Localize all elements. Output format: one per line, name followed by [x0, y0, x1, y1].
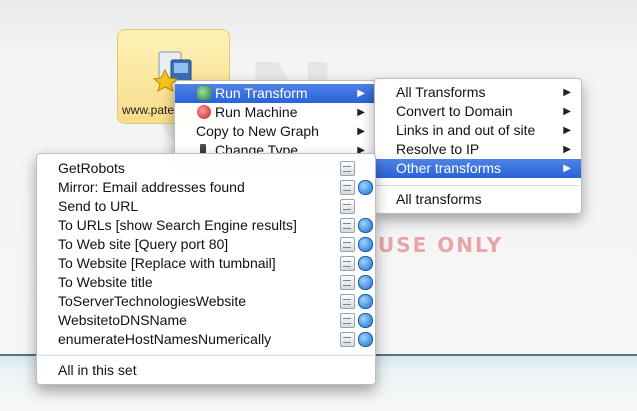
- menu-item-label: Mirror: Email addresses found: [58, 179, 245, 195]
- transform-icon: [340, 256, 355, 271]
- transform-item-mirror-email[interactable]: Mirror: Email addresses found: [37, 178, 375, 197]
- submenu-arrow-icon: ▶: [563, 144, 571, 155]
- submenu-arrow-icon: ▶: [563, 163, 571, 174]
- watermark-use-only: USE ONLY: [378, 233, 504, 257]
- transform-item-getrobots[interactable]: GetRobots: [37, 159, 375, 178]
- transform-item-send-to-url[interactable]: Send to URL: [37, 197, 375, 216]
- transform-icon: [340, 161, 355, 176]
- menu-item-label: Run Transform: [215, 85, 308, 101]
- transform-item-to-website-thumbnail[interactable]: To Website [Replace with tumbnail]: [37, 254, 375, 273]
- transform-icon: [340, 294, 355, 309]
- menu-item-label: All in this set: [58, 362, 137, 378]
- menu-item-label: ToServerTechnologiesWebsite: [58, 293, 247, 309]
- menu-item-label: Convert to Domain: [396, 103, 513, 119]
- menu-item-all-transforms-footer[interactable]: All transforms: [375, 190, 581, 209]
- transform-icon: [340, 199, 355, 214]
- menu-item-label: enumerateHostNamesNumerically: [58, 331, 272, 347]
- context-menu: Run Transform ▶ Run Machine ▶ Copy to Ne…: [174, 80, 376, 162]
- transform-item-enumerate-hostnames[interactable]: enumerateHostNamesNumerically: [37, 330, 375, 349]
- menu-item-label: To URLs [show Search Engine results]: [58, 217, 297, 233]
- menu-item-label: To Web site [Query port 80]: [58, 236, 229, 252]
- run-machine-icon: [197, 105, 211, 119]
- transform-item-to-urls[interactable]: To URLs [show Search Engine results]: [37, 216, 375, 235]
- menu-separator: [376, 185, 580, 186]
- transform-icon: [340, 218, 355, 233]
- transform-item-server-technologies[interactable]: ToServerTechnologiesWebsite: [37, 292, 375, 311]
- transform-item-to-web-site-port80[interactable]: To Web site [Query port 80]: [37, 235, 375, 254]
- transform-icon: [340, 332, 355, 347]
- info-icon[interactable]: [358, 256, 373, 271]
- menu-item-all-in-this-set[interactable]: All in this set: [37, 361, 375, 380]
- transform-icon: [340, 237, 355, 252]
- info-icon[interactable]: [358, 332, 373, 347]
- info-icon[interactable]: [358, 237, 373, 252]
- info-icon[interactable]: [358, 218, 373, 233]
- transform-icon: [340, 180, 355, 195]
- menu-item-label: All transforms: [396, 191, 482, 207]
- menu-item-label: Other transforms: [396, 160, 502, 176]
- submenu-arrow-icon: ▶: [563, 106, 571, 117]
- submenu-arrow-icon: ▶: [563, 125, 571, 136]
- submenu-arrow-icon: ▶: [357, 126, 365, 137]
- transform-item-website-to-dns[interactable]: WebsitetoDNSName: [37, 311, 375, 330]
- transform-icon: [340, 275, 355, 290]
- menu-item-run-machine[interactable]: Run Machine ▶: [175, 103, 375, 122]
- menu-item-resolve-to-ip[interactable]: Resolve to IP ▶: [375, 140, 581, 159]
- menu-item-label: Copy to New Graph: [196, 123, 319, 139]
- transform-icon: [340, 313, 355, 328]
- submenu-arrow-icon: ▶: [357, 107, 365, 118]
- menu-item-copy-to-new-graph[interactable]: Copy to New Graph ▶: [175, 122, 375, 141]
- menu-item-label: GetRobots: [58, 160, 125, 176]
- submenu-arrow-icon: ▶: [357, 88, 365, 99]
- menu-item-label: To Website title: [58, 274, 153, 290]
- other-transforms-submenu: GetRobots Mirror: Email addresses found …: [36, 153, 376, 385]
- info-icon[interactable]: [358, 313, 373, 328]
- menu-item-all-transforms[interactable]: All Transforms ▶: [375, 83, 581, 102]
- menu-item-label: All Transforms: [396, 84, 486, 100]
- info-icon[interactable]: [358, 180, 373, 195]
- menu-item-label: To Website [Replace with tumbnail]: [58, 255, 276, 271]
- menu-item-label: Send to URL: [58, 198, 139, 214]
- info-icon[interactable]: [358, 275, 373, 290]
- transform-item-to-website-title[interactable]: To Website title: [37, 273, 375, 292]
- menu-item-links-in-out[interactable]: Links in and out of site ▶: [375, 121, 581, 140]
- node-label: www.pate: [122, 103, 175, 117]
- menu-item-other-transforms[interactable]: Other transforms ▶: [375, 159, 581, 178]
- menu-item-label: WebsitetoDNSName: [58, 312, 187, 328]
- submenu-arrow-icon: ▶: [563, 87, 571, 98]
- menu-item-convert-to-domain[interactable]: Convert to Domain ▶: [375, 102, 581, 121]
- menu-item-label: Run Machine: [215, 104, 298, 120]
- transform-submenu: All Transforms ▶ Convert to Domain ▶ Lin…: [374, 78, 582, 214]
- menu-item-label: Links in and out of site: [396, 122, 536, 138]
- run-transform-icon: [197, 86, 211, 100]
- menu-item-label: Resolve to IP: [396, 141, 480, 157]
- menu-item-run-transform[interactable]: Run Transform ▶: [175, 84, 375, 103]
- menu-separator: [38, 355, 374, 356]
- info-icon[interactable]: [358, 294, 373, 309]
